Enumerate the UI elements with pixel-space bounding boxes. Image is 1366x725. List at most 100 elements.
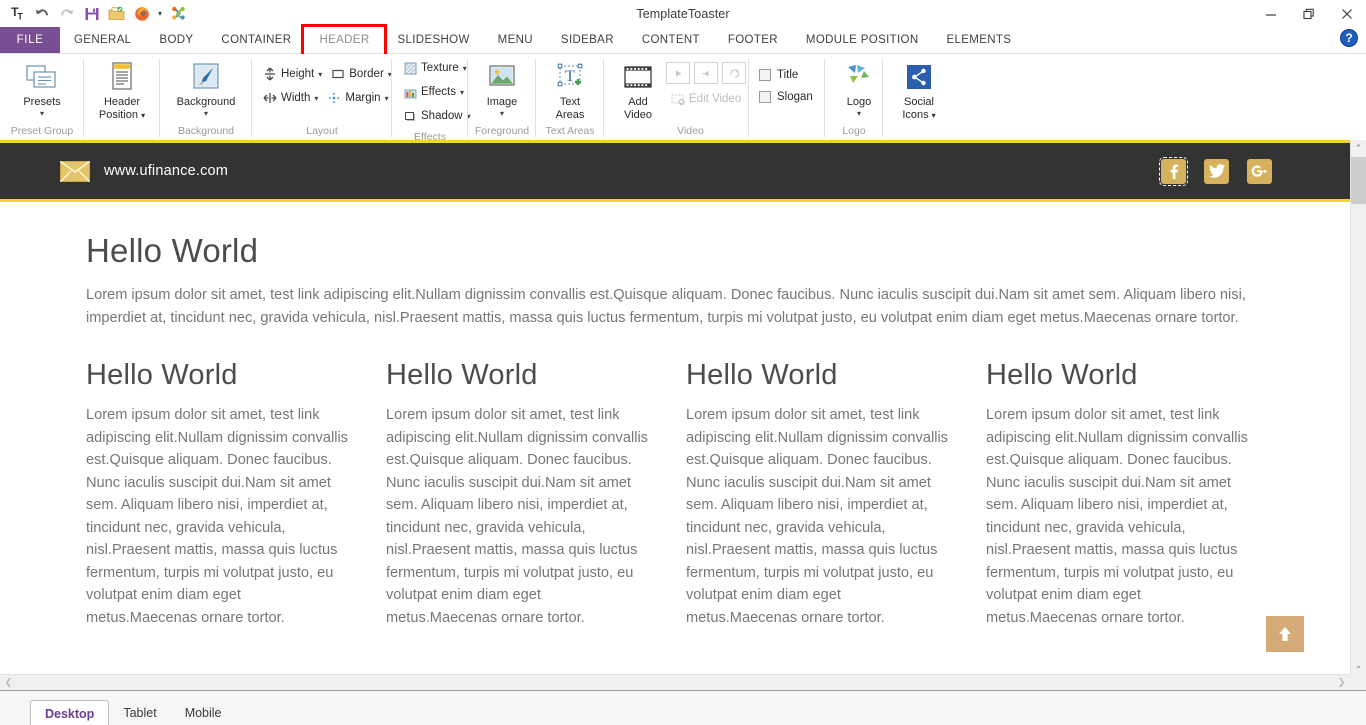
ribbon-tab-slideshow[interactable]: SLIDESHOW: [383, 27, 483, 53]
effects-caret-icon[interactable]: ▾: [460, 88, 464, 97]
ribbon-tab-menu[interactable]: MENU: [484, 27, 547, 53]
preview-dropdown-icon[interactable]: ▾: [154, 2, 166, 26]
texture-caret-icon[interactable]: ▾: [463, 64, 467, 73]
ribbon-group-social-icons: SocialIcons ▾: [883, 54, 955, 140]
logo-label: Logo: [847, 96, 871, 109]
undo-icon[interactable]: [29, 2, 54, 26]
firefox-preview-icon[interactable]: [129, 2, 154, 26]
column-3[interactable]: Hello World Lorem ipsum dolor sit amet, …: [686, 359, 954, 629]
header-position-button[interactable]: HeaderPosition ▾: [90, 58, 154, 122]
redo-icon[interactable]: [54, 2, 79, 26]
presets-button[interactable]: Presets ▾: [6, 58, 78, 118]
play-video-button[interactable]: [666, 62, 690, 84]
height-caret-icon[interactable]: ▾: [318, 70, 322, 79]
ribbon-tab-header[interactable]: HEADER: [305, 27, 383, 53]
presets-caret-icon[interactable]: ▾: [40, 110, 44, 118]
logo-caret-icon[interactable]: ▾: [857, 110, 861, 118]
ribbon-tab-module-position[interactable]: MODULE POSITION: [792, 27, 933, 53]
width-caret-icon[interactable]: ▾: [314, 94, 318, 103]
website-preview[interactable]: www.ufinance.com Hello World Lor: [0, 140, 1350, 674]
main-heading[interactable]: Hello World: [86, 232, 1266, 270]
margin-caret-icon[interactable]: ▾: [385, 94, 389, 103]
save-icon[interactable]: [79, 2, 104, 26]
title-bar: TT: [0, 0, 1366, 27]
height-button[interactable]: Height ▾: [258, 62, 326, 86]
add-video-button[interactable]: AddVideo: [610, 58, 666, 121]
horizontal-scrollbar[interactable]: ❮ ❯: [0, 674, 1350, 690]
column-heading[interactable]: Hello World: [386, 359, 654, 392]
ribbon-group-label-video: Video: [604, 122, 749, 140]
slogan-checkbox-label: Slogan: [777, 91, 813, 103]
facebook-icon[interactable]: [1161, 159, 1186, 184]
ribbon-group-label-title-slogan: [749, 122, 825, 140]
ribbon-tab-file[interactable]: FILE: [0, 27, 60, 53]
ribbon-tab-content[interactable]: CONTENT: [628, 27, 714, 53]
ribbon-group-text-areas: T TextAreas Text Areas: [536, 54, 604, 140]
edit-video-button[interactable]: Edit Video: [666, 87, 750, 111]
slogan-checkbox-row[interactable]: Slogan: [755, 86, 817, 108]
ribbon-tab-sidebar[interactable]: SIDEBAR: [547, 27, 628, 53]
ribbon-group-title-slogan: Title Slogan: [749, 54, 825, 140]
column-paragraph[interactable]: Lorem ipsum dolor sit amet, test link ad…: [386, 404, 654, 629]
minimize-button[interactable]: [1252, 0, 1290, 27]
scroll-left-arrow-icon[interactable]: ❮: [0, 675, 17, 690]
social-icons-button[interactable]: SocialIcons ▾: [889, 58, 949, 122]
main-paragraph[interactable]: Lorem ipsum dolor sit amet, test link ad…: [86, 284, 1266, 329]
column-heading[interactable]: Hello World: [86, 359, 354, 392]
tab-tablet[interactable]: Tablet: [109, 700, 170, 725]
logo-button[interactable]: Logo ▾: [831, 58, 887, 118]
background-button[interactable]: Background ▾: [166, 58, 246, 118]
background-caret-icon[interactable]: ▾: [204, 110, 208, 118]
height-label: Height: [281, 68, 314, 80]
column-2[interactable]: Hello World Lorem ipsum dolor sit amet, …: [386, 359, 654, 629]
column-4[interactable]: Hello World Lorem ipsum dolor sit amet, …: [986, 359, 1254, 629]
border-button[interactable]: Border ▾: [326, 62, 396, 86]
width-label: Width: [281, 92, 310, 104]
scroll-to-top-button[interactable]: [1266, 616, 1304, 652]
ribbon-tab-general[interactable]: GENERAL: [60, 27, 145, 53]
site-header-social: [1161, 159, 1334, 184]
ribbon-tab-elements[interactable]: ELEMENTS: [933, 27, 1026, 53]
scroll-up-arrow-icon[interactable]: ⌃: [1351, 140, 1366, 157]
title-checkbox-row[interactable]: Title: [755, 64, 802, 86]
mute-video-button[interactable]: [694, 62, 718, 84]
twitter-icon[interactable]: [1204, 159, 1229, 184]
margin-label: Margin: [345, 92, 380, 104]
site-header-band[interactable]: www.ufinance.com: [0, 140, 1350, 202]
text-areas-button[interactable]: T TextAreas: [542, 58, 598, 121]
texture-button[interactable]: Texture ▾: [398, 56, 471, 80]
column-paragraph[interactable]: Lorem ipsum dolor sit amet, test link ad…: [86, 404, 354, 629]
column-heading[interactable]: Hello World: [686, 359, 954, 392]
column-paragraph[interactable]: Lorem ipsum dolor sit amet, test link ad…: [686, 404, 954, 629]
tab-desktop[interactable]: Desktop: [30, 700, 109, 725]
open-folder-icon[interactable]: [104, 2, 129, 26]
close-button[interactable]: [1328, 0, 1366, 27]
scroll-down-arrow-icon[interactable]: ⌄: [1351, 657, 1366, 674]
tab-mobile[interactable]: Mobile: [171, 700, 236, 725]
image-button[interactable]: Image ▾: [474, 58, 530, 118]
help-icon[interactable]: ?: [1340, 29, 1358, 47]
slogan-checkbox[interactable]: [759, 91, 771, 103]
text-areas-icon: T: [555, 60, 585, 94]
effects-button[interactable]: Effects ▾: [398, 80, 468, 104]
ribbon-tab-body[interactable]: BODY: [145, 27, 207, 53]
vertical-scrollbar-thumb[interactable]: [1351, 157, 1366, 204]
ribbon-tab-container[interactable]: CONTAINER: [207, 27, 305, 53]
ribbon-tab-footer[interactable]: FOOTER: [714, 27, 792, 53]
column-paragraph[interactable]: Lorem ipsum dolor sit amet, test link ad…: [986, 404, 1254, 629]
width-button[interactable]: Width ▾: [258, 86, 322, 110]
image-caret-icon[interactable]: ▾: [500, 110, 504, 118]
loop-video-button[interactable]: [722, 62, 746, 84]
title-checkbox[interactable]: [759, 69, 771, 81]
shadow-button[interactable]: Shadow ▾: [398, 104, 475, 128]
scroll-right-arrow-icon[interactable]: ❯: [1333, 675, 1350, 690]
margin-button[interactable]: Margin ▾: [322, 86, 392, 110]
column-1[interactable]: Hello World Lorem ipsum dolor sit amet, …: [86, 359, 354, 629]
column-heading[interactable]: Hello World: [986, 359, 1254, 392]
google-plus-icon[interactable]: [1247, 159, 1272, 184]
ribbon-group-preset: Presets ▾ Preset Group: [0, 54, 84, 140]
maximize-button[interactable]: [1290, 0, 1328, 27]
font-size-icon[interactable]: TT: [4, 2, 29, 26]
joomla-icon[interactable]: [166, 2, 191, 26]
vertical-scrollbar[interactable]: ⌃ ⌄: [1350, 140, 1366, 674]
